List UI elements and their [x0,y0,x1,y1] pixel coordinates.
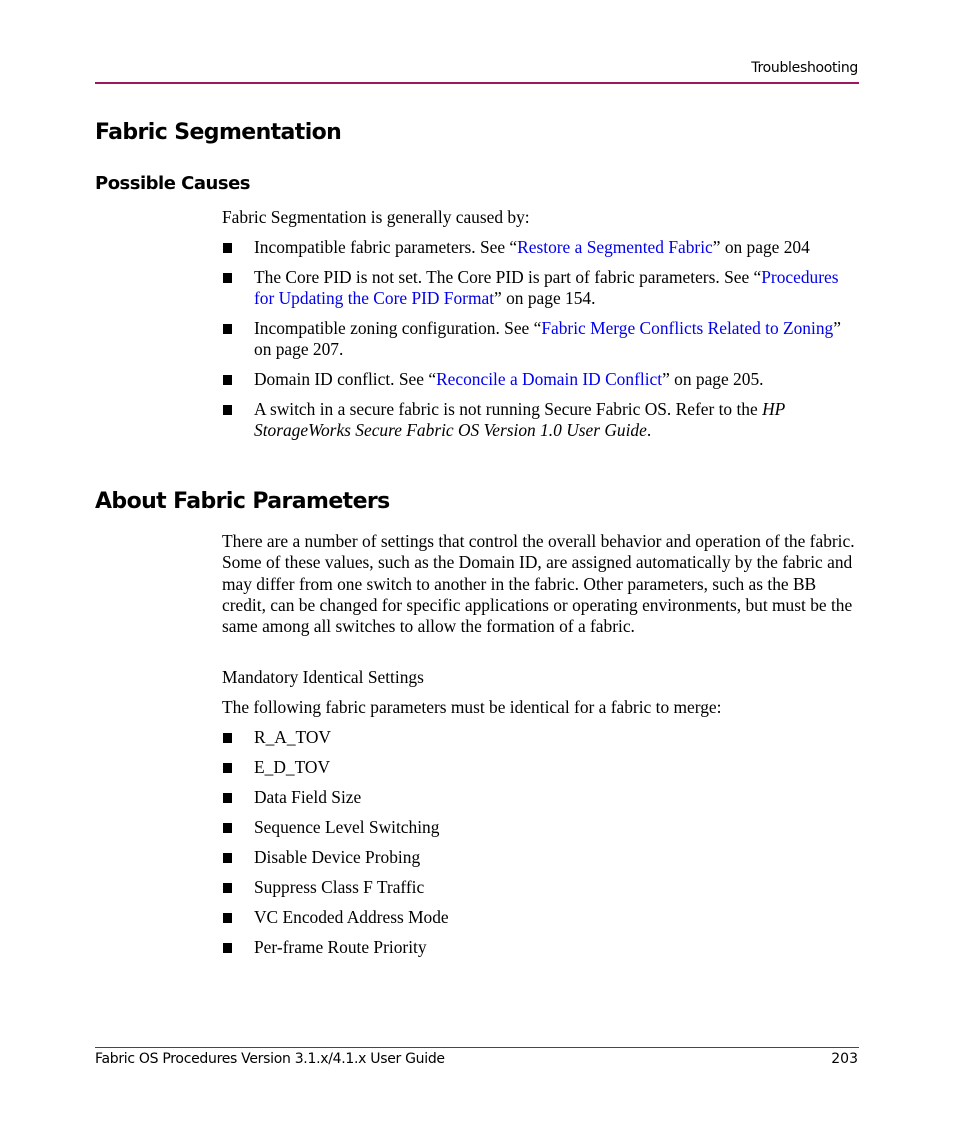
running-header: Troubleshooting [751,60,858,76]
list-item: VC Encoded Address Mode [222,907,862,928]
fabric-parameters-paragraph: There are a number of settings that cont… [222,531,855,637]
list-item: Sequence Level Switching [222,817,862,838]
bullet-square-icon [223,913,232,923]
footer-rule [95,1047,859,1048]
bullet-square-icon [223,324,232,334]
bullet-square-icon [223,375,232,385]
list-item: Per-frame Route Priority [222,937,862,958]
cause-page-ref: ” on page 154. [494,288,596,308]
page-number: 203 [831,1051,858,1067]
cause-text: Domain ID conflict. See “ [254,369,437,389]
bullet-square-icon [223,823,232,833]
footer-guide-title: Fabric OS Procedures Version 3.1.x/4.1.x… [95,1051,445,1067]
cause-text: Incompatible fabric parameters. See “ [254,237,518,257]
bullet-square-icon [223,273,232,283]
bullet-square-icon [223,853,232,863]
parameters-lead-in: The following fabric parameters must be … [222,697,722,717]
list-item: A switch in a secure fabric is not runni… [222,399,862,441]
bullet-square-icon [223,943,232,953]
causes-intro: Fabric Segmentation is generally caused … [222,207,530,227]
list-item: Incompatible fabric parameters. See “Res… [222,237,862,258]
cause-text: A switch in a secure fabric is not runni… [254,399,763,419]
list-item: Incompatible zoning configuration. See “… [222,318,862,360]
list-item: E_D_TOV [222,757,862,778]
bullet-square-icon [223,883,232,893]
link-reconcile-domain-id-conflict[interactable]: Reconcile a Domain ID Conflict [436,369,662,389]
cause-text: The Core PID is not set. The Core PID is… [254,267,762,287]
bullet-square-icon [223,733,232,743]
parameters-list: R_A_TOV E_D_TOV Data Field Size Sequence… [222,727,862,967]
cause-text: Incompatible zoning configuration. See “ [254,318,542,338]
section-title-fabric-segmentation: Fabric Segmentation [95,120,342,145]
parameter-name: Data Field Size [254,787,362,807]
bullet-square-icon [223,243,232,253]
parameter-name: VC Encoded Address Mode [254,907,449,927]
cause-page-ref: ” on page 205. [662,369,764,389]
parameter-name: Sequence Level Switching [254,817,440,837]
list-item: Domain ID conflict. See “Reconcile a Dom… [222,369,862,390]
mandatory-settings-label: Mandatory Identical Settings [222,667,424,687]
parameter-name: R_A_TOV [254,727,331,747]
parameter-name: Disable Device Probing [254,847,421,867]
list-item: R_A_TOV [222,727,862,748]
section-title-about-fabric-parameters: About Fabric Parameters [95,489,390,514]
parameter-name: Suppress Class F Traffic [254,877,425,897]
bullet-square-icon [223,763,232,773]
link-restore-segmented-fabric[interactable]: Restore a Segmented Fabric [517,237,713,257]
causes-list: Incompatible fabric parameters. See “Res… [222,237,862,450]
cause-page-ref: . [646,420,652,440]
list-item: Disable Device Probing [222,847,862,868]
link-fabric-merge-conflicts-zoning[interactable]: Fabric Merge Conflicts Related to Zoning [541,318,833,338]
cause-page-ref: ” on page 204 [712,237,810,257]
parameter-name: E_D_TOV [254,757,330,777]
list-item: Data Field Size [222,787,862,808]
list-item: Suppress Class F Traffic [222,877,862,898]
parameter-name: Per-frame Route Priority [254,937,427,957]
bullet-square-icon [223,405,232,415]
list-item: The Core PID is not set. The Core PID is… [222,267,862,309]
subsection-title-possible-causes: Possible Causes [95,173,251,194]
bullet-square-icon [223,793,232,803]
header-rule [95,82,859,84]
